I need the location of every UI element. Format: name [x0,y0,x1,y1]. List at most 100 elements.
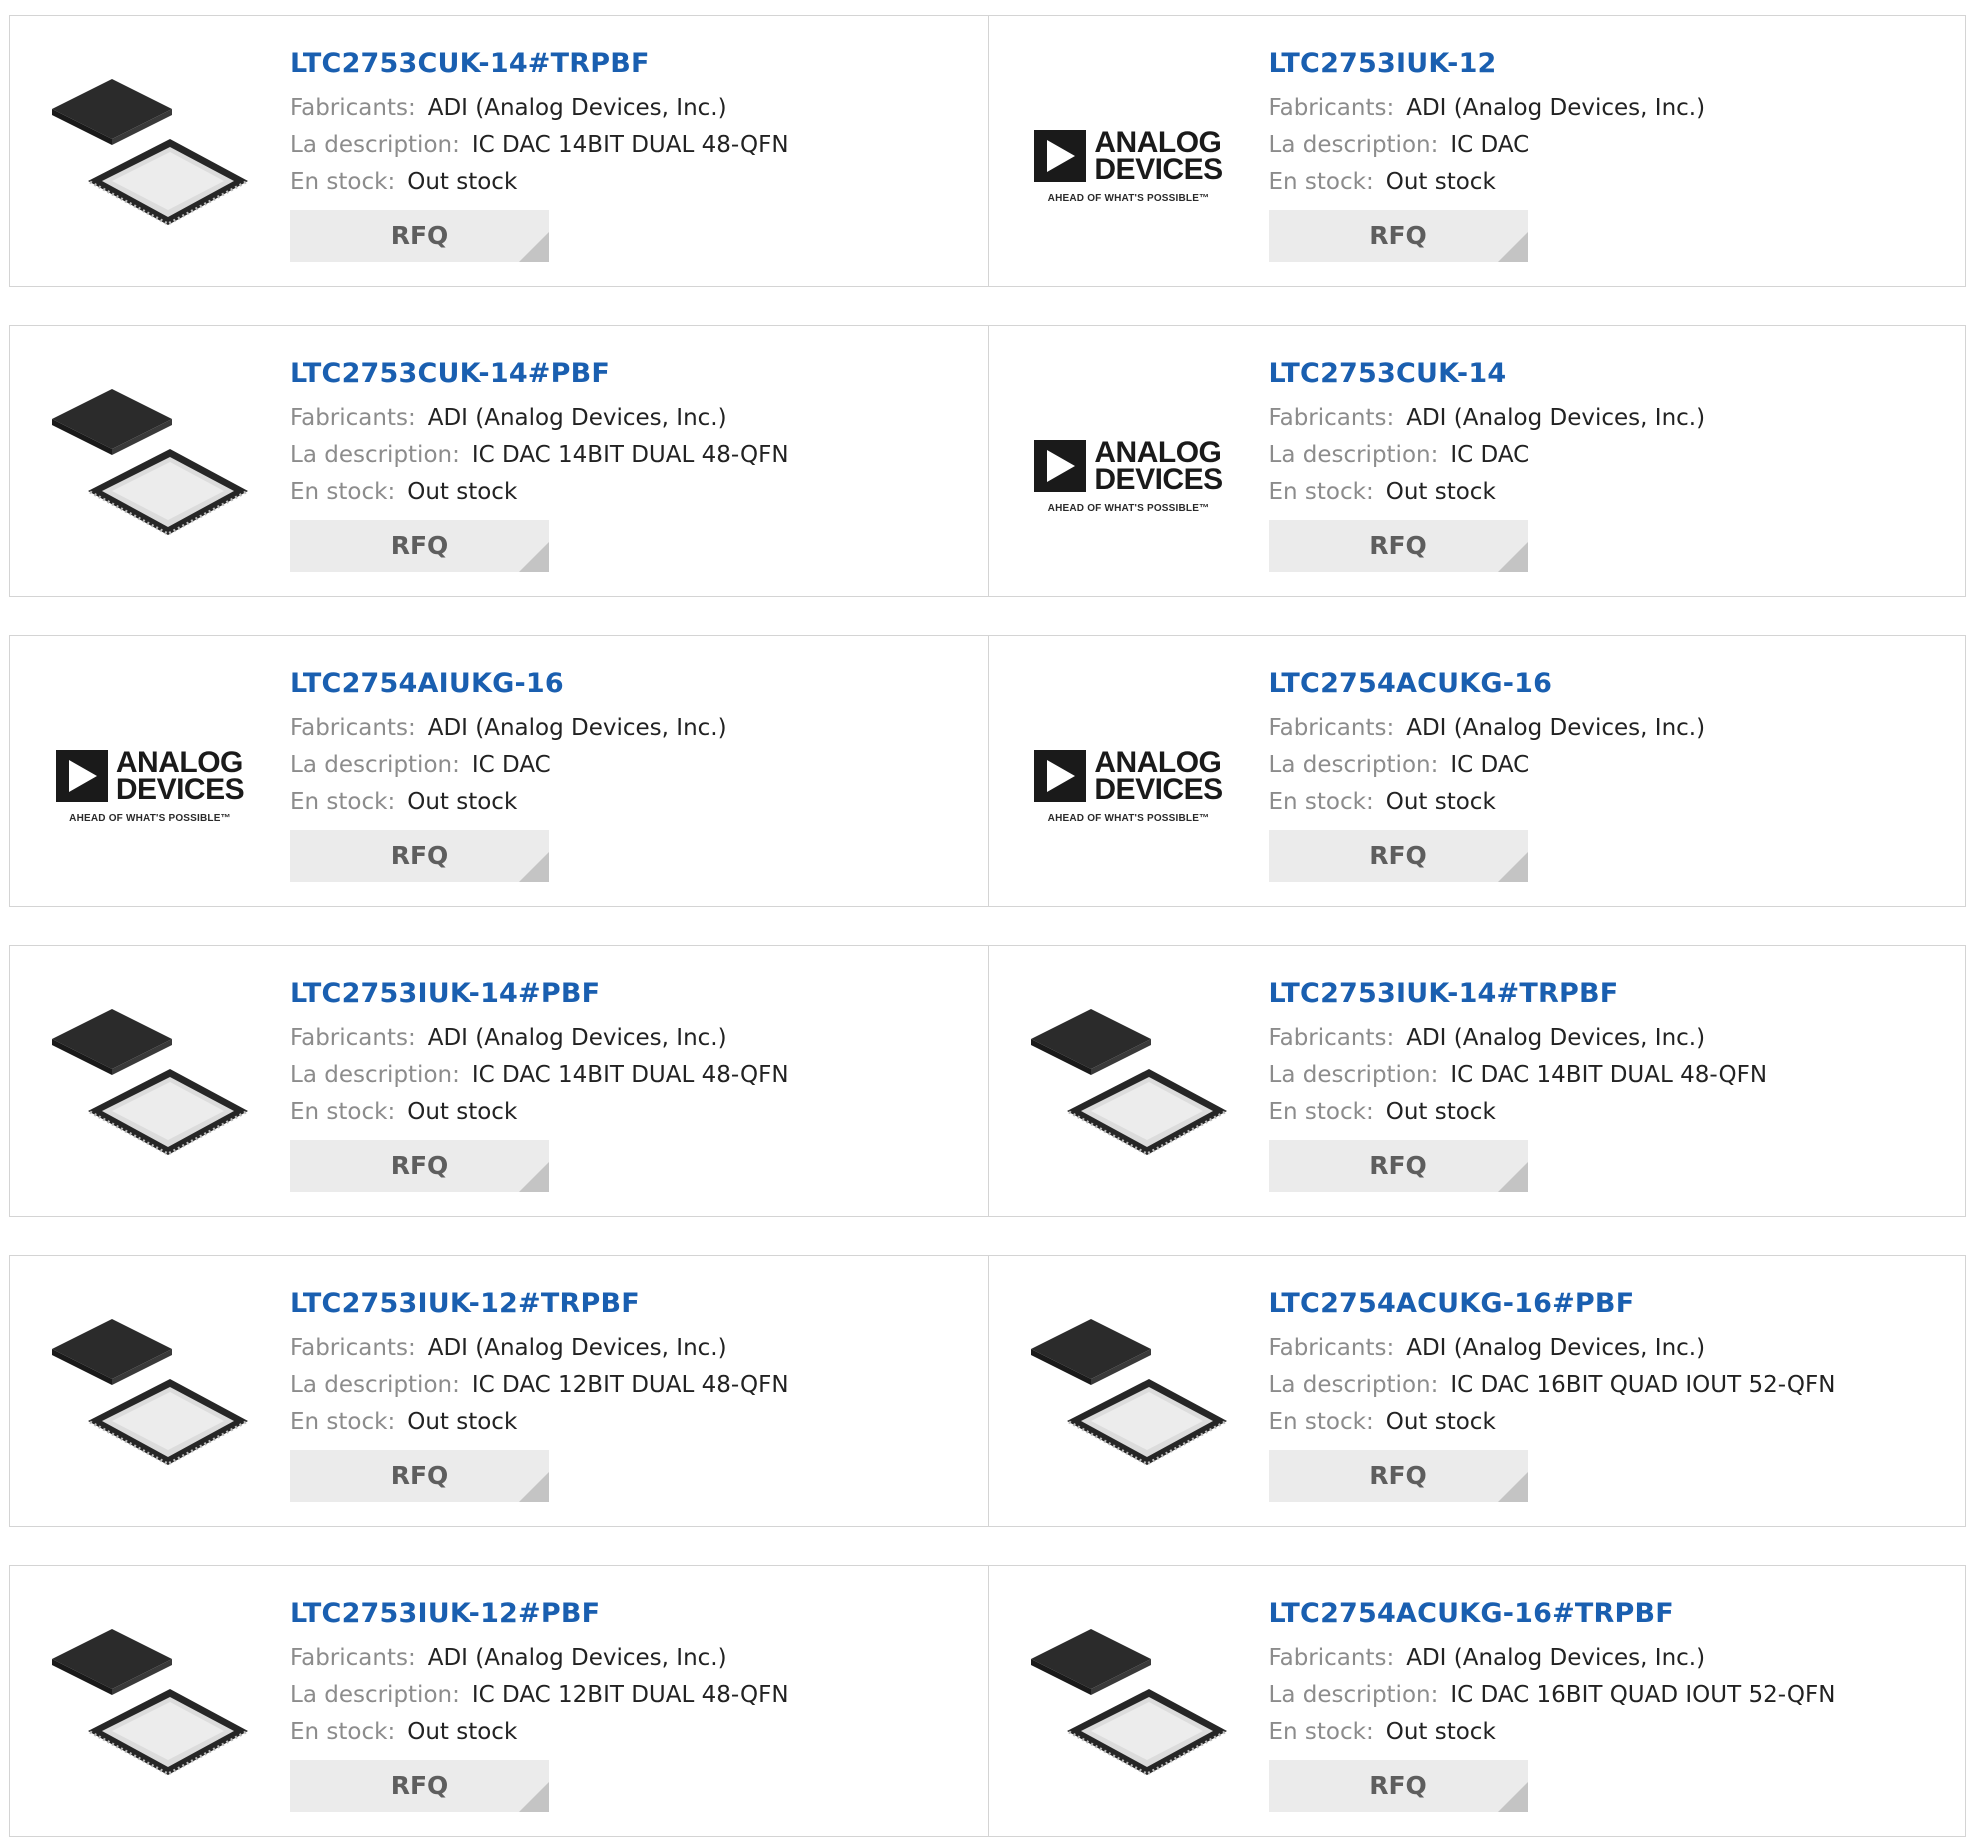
stock-row: En stock: Out stock [290,474,968,511]
stock-row: En stock: Out stock [1269,1094,1946,1131]
manufacturer-label: Fabricants: [290,715,416,741]
corner-fold-icon [519,852,549,882]
description-label: La description: [290,1682,460,1708]
product-image[interactable]: ANALOG DEVICES AHEAD OF WHAT'S POSSIBLE™ [1029,376,1229,576]
description-label: La description: [290,132,460,158]
rfq-button[interactable]: RFQ [1268,210,1528,262]
product-part-link[interactable]: LTC2753CUK-14 [1269,354,1946,394]
manufacturer-value: ADI (Analog Devices, Inc.) [427,1025,727,1051]
manufacturer-label: Fabricants: [1268,715,1395,741]
product-part-link[interactable]: LTC2753CUK-14#PBF [290,354,968,394]
product-part-link[interactable]: LTC2753CUK-14#TRPBF [290,44,968,84]
qfn-chip-icon [50,1009,250,1183]
stock-label: En stock: [290,1719,396,1745]
product-card: LTC2754ACUKG-16#PBF Fabricants: ADI (Anal… [987,1256,1966,1526]
rfq-button[interactable]: RFQ [1268,520,1528,572]
rfq-button[interactable]: RFQ [290,830,549,882]
product-part-link[interactable]: LTC2754ACUKG-16#PBF [1269,1284,1946,1324]
product-image[interactable] [50,1306,250,1506]
product-part-link[interactable]: LTC2753IUK-14#TRPBF [1269,974,1946,1014]
stock-value: Out stock [1385,169,1496,195]
manufacturer-row: Fabricants: ADI (Analog Devices, Inc.) [290,1640,968,1677]
product-row: LTC2753CUK-14#PBF Fabricants: ADI (Analog… [9,325,1966,597]
product-image[interactable]: ANALOG DEVICES AHEAD OF WHAT'S POSSIBLE™ [1029,66,1229,266]
manufacturer-label: Fabricants: [1268,405,1395,431]
rfq-button[interactable]: RFQ [290,520,549,572]
manufacturer-label: Fabricants: [1268,1645,1395,1671]
manufacturer-value: ADI (Analog Devices, Inc.) [427,715,727,741]
description-value: IC DAC 16BIT QUAD IOUT 52-QFN [1450,1372,1836,1398]
stock-label: En stock: [1268,479,1374,505]
product-card: LTC2753IUK-14#PBF Fabricants: ADI (Analog… [10,946,988,1216]
stock-value: Out stock [407,479,518,505]
stock-label: En stock: [290,789,396,815]
manufacturer-value: ADI (Analog Devices, Inc.) [427,1335,727,1361]
product-part-link[interactable]: LTC2754AIUKG-16 [290,664,968,704]
manufacturer-label: Fabricants: [1268,95,1395,121]
analog-devices-logo: ANALOG DEVICES AHEAD OF WHAT'S POSSIBLE™ [1029,747,1229,824]
product-part-link[interactable]: LTC2753IUK-14#PBF [290,974,968,1014]
stock-row: En stock: Out stock [290,1714,968,1751]
product-part-link[interactable]: LTC2753IUK-12#PBF [290,1594,968,1634]
manufacturer-value: ADI (Analog Devices, Inc.) [1406,715,1706,741]
product-row: LTC2753CUK-14#TRPBF Fabricants: ADI (Anal… [9,15,1966,287]
rfq-button[interactable]: RFQ [1268,1760,1528,1812]
stock-row: En stock: Out stock [1269,1714,1946,1751]
stock-label: En stock: [1268,789,1374,815]
description-value: IC DAC 14BIT DUAL 48-QFN [471,132,789,158]
stock-value: Out stock [407,1719,518,1745]
description-row: La description: IC DAC 14BIT DUAL 48-QFN [290,1057,968,1094]
stock-row: En stock: Out stock [1269,164,1946,201]
product-part-link[interactable]: LTC2754ACUKG-16#TRPBF [1269,1594,1946,1634]
product-image[interactable] [50,1616,250,1816]
manufacturer-row: Fabricants: ADI (Analog Devices, Inc.) [1269,1330,1946,1367]
manufacturer-value: ADI (Analog Devices, Inc.) [1406,1025,1706,1051]
manufacturer-label: Fabricants: [1268,1025,1395,1051]
corner-fold-icon [1497,1472,1528,1502]
manufacturer-label: Fabricants: [290,1645,416,1671]
product-part-link[interactable]: LTC2754ACUKG-16 [1269,664,1946,704]
product-card: LTC2753IUK-14#TRPBF Fabricants: ADI (Anal… [987,946,1966,1216]
description-label: La description: [1268,1682,1439,1708]
description-row: La description: IC DAC [1269,437,1946,474]
stock-row: En stock: Out stock [290,164,968,201]
product-card: ANALOG DEVICES AHEAD OF WHAT'S POSSIBLE™… [987,636,1966,906]
stock-label: En stock: [290,1099,396,1125]
rfq-label: RFQ [390,1771,449,1800]
product-image[interactable] [50,996,250,1196]
product-image[interactable] [50,66,250,266]
product-part-link[interactable]: LTC2753IUK-12#TRPBF [290,1284,968,1324]
product-part-link[interactable]: LTC2753IUK-12 [1269,44,1946,84]
description-row: La description: IC DAC [290,747,968,784]
product-image[interactable] [50,376,250,576]
qfn-chip-icon [1029,1319,1229,1493]
rfq-button[interactable]: RFQ [290,1760,549,1812]
description-value: IC DAC 12BIT DUAL 48-QFN [471,1682,789,1708]
rfq-button[interactable]: RFQ [1268,1450,1528,1502]
qfn-chip-icon [1029,1629,1229,1803]
product-image[interactable] [1029,1306,1229,1506]
rfq-button[interactable]: RFQ [1268,1140,1528,1192]
description-label: La description: [290,752,460,778]
stock-value: Out stock [1385,789,1496,815]
description-row: La description: IC DAC 14BIT DUAL 48-QFN [290,127,968,164]
product-image[interactable] [1029,996,1229,1196]
stock-value: Out stock [1385,479,1496,505]
rfq-button[interactable]: RFQ [290,1140,549,1192]
description-value: IC DAC [1450,442,1530,468]
rfq-label: RFQ [390,531,449,560]
description-row: La description: IC DAC 14BIT DUAL 48-QFN [1269,1057,1946,1094]
product-card: ANALOG DEVICES AHEAD OF WHAT'S POSSIBLE™… [987,16,1966,286]
manufacturer-row: Fabricants: ADI (Analog Devices, Inc.) [290,400,968,437]
rfq-button[interactable]: RFQ [290,1450,549,1502]
product-image[interactable] [1029,1616,1229,1816]
rfq-button[interactable]: RFQ [1268,830,1528,882]
product-image[interactable]: ANALOG DEVICES AHEAD OF WHAT'S POSSIBLE™ [50,686,250,886]
description-row: La description: IC DAC 12BIT DUAL 48-QFN [290,1367,968,1404]
rfq-label: RFQ [390,841,449,870]
description-row: La description: IC DAC 12BIT DUAL 48-QFN [290,1677,968,1714]
product-image[interactable]: ANALOG DEVICES AHEAD OF WHAT'S POSSIBLE™ [1029,686,1229,886]
rfq-button[interactable]: RFQ [290,210,549,262]
stock-row: En stock: Out stock [290,784,968,821]
description-label: La description: [1268,442,1439,468]
